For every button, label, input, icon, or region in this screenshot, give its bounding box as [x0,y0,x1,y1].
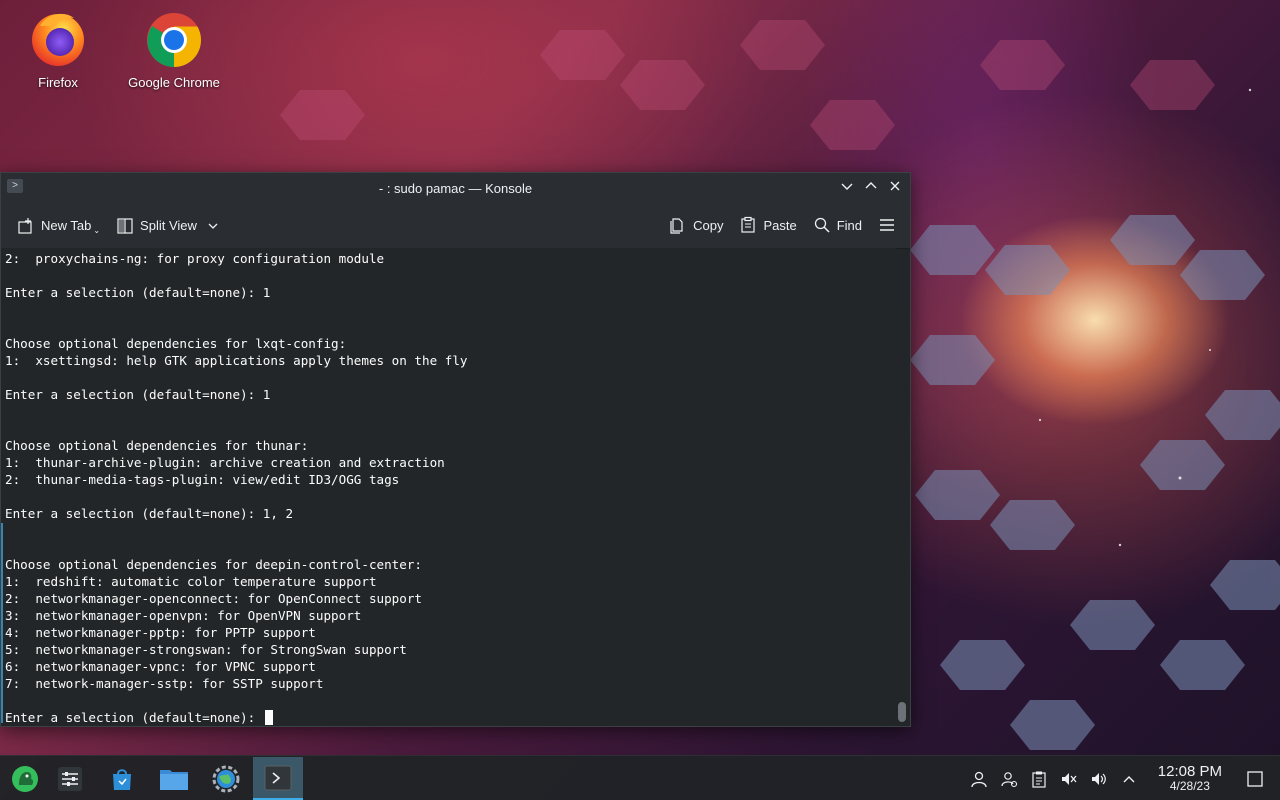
clock-time: 12:08 PM [1157,762,1222,780]
clock-date: 4/28/23 [1169,778,1210,793]
hamburger-menu-button[interactable] [870,210,904,240]
desktop-icon-firefox[interactable]: Firefox [3,0,113,90]
terminal-line: Enter a selection (default=none): 1 [5,387,271,402]
terminal-scrollbar[interactable] [896,250,908,724]
audio-muted-icon[interactable] [1058,768,1080,790]
terminal-line: 2: networkmanager-openconnect: for OpenC… [5,591,423,606]
shopping-bag-icon [113,768,131,790]
task-browser[interactable] [201,757,251,800]
chevron-down-icon: ⌄ [93,226,101,235]
terminal-line: 1: xsettingsd: help GTK applications app… [5,353,468,368]
split-view-button[interactable]: Split View [108,211,227,241]
manjaro-logo-icon [12,765,38,792]
task-file-manager[interactable] [149,757,199,800]
maximize-icon[interactable] [862,178,880,196]
new-tab-button[interactable]: New Tab ⌄ [9,211,108,241]
chevron-up-icon[interactable] [1118,768,1140,790]
show-desktop-icon[interactable] [1244,768,1266,790]
task-software-store[interactable] [97,757,147,800]
terminal-line: Choose optional dependencies for thunar: [5,438,309,453]
copy-icon [670,218,683,234]
terminal-line: 6: networkmanager-vpnc: for VPNC support [5,659,316,674]
split-view-icon [117,217,133,234]
terminal-line: 7: network-manager-sstp: for SSTP suppor… [5,676,324,691]
desktop-icon-label: Google Chrome [128,75,220,90]
split-view-label: Split View [140,218,197,233]
window-title: - : sudo pamac — Konsole [378,180,533,196]
digital-clock[interactable]: 12:08 PM 4/28/23 [1158,764,1222,794]
settings-sliders-icon [58,766,82,791]
copy-button[interactable]: Copy [661,210,731,240]
find-button[interactable]: Find [805,210,870,240]
paste-icon [741,216,756,233]
paste-label: Paste [763,217,797,233]
search-icon [814,217,830,233]
application-launcher[interactable] [0,757,50,800]
terminal-line: 4: networkmanager-pptp: for PPTP support [5,625,316,640]
hamburger-menu-icon [880,219,894,231]
user-icon[interactable] [968,768,990,790]
desktop-icon-google-chrome[interactable]: Google Chrome [119,0,229,90]
terminal-line: Choose optional dependencies for deepin-… [5,557,423,572]
paste-button[interactable]: Paste [731,210,804,240]
desktop-icon-label: Firefox [38,75,78,90]
copy-label: Copy [693,217,724,233]
window-controls [838,178,904,196]
terminal-prompt: Enter a selection (default=none): [5,710,263,725]
system-tray: 12:08 PM 4/28/23 [964,756,1280,800]
terminal-line: 1: thunar-archive-plugin: archive creati… [5,455,445,470]
find-label: Find [836,217,862,233]
new-tab-icon [18,217,32,234]
terminal-line: Choose optional dependencies for lxqt-co… [5,336,347,351]
terminal-prompt-line[interactable]: Enter a selection (default=none): [5,709,896,726]
close-icon[interactable] [886,178,904,196]
clipboard-icon[interactable] [1028,768,1050,790]
konsole-toolbar: New Tab ⌄ Split View Copy Paste Find [1,203,910,249]
terminal-line: 2: proxychains-ng: for proxy configurati… [5,251,385,266]
scrollbar-thumb[interactable] [898,702,906,722]
chrome-icon [147,13,202,68]
folder-icon [160,769,188,790]
firefox-icon [32,13,84,66]
konsole-window: > - : sudo pamac — Konsole New Tab ⌄ Spl… [0,172,911,727]
terminal-line: Enter a selection (default=none): 1, 2 [5,506,294,521]
terminal-line: 5: networkmanager-strongswan: for Strong… [5,642,407,657]
terminal-line: 2: thunar-media-tags-plugin: view/edit I… [5,472,400,487]
terminal-line: 3: networkmanager-openvpn: for OpenVPN s… [5,608,362,623]
minimize-icon[interactable] [838,178,856,196]
terminal-line: Enter a selection (default=none): 1 [5,285,271,300]
terminal-selection-marker [1,523,3,723]
terminal-output[interactable]: 2: proxychains-ng: for proxy configurati… [1,248,896,726]
globe-gear-icon [212,765,240,792]
volume-icon[interactable] [1088,768,1110,790]
task-konsole[interactable] [253,757,303,800]
window-menu-icon[interactable]: > [7,179,23,193]
task-system-settings-tool[interactable] [45,757,95,800]
chevron-down-icon [208,223,218,229]
user-switch-icon[interactable] [998,768,1020,790]
terminal-line: 1: redshift: automatic color temperature… [5,574,377,589]
taskbar: 12:08 PM 4/28/23 [0,755,1280,800]
terminal-cursor [264,710,273,725]
terminal-icon [264,765,292,790]
new-tab-label: New Tab [41,218,92,233]
window-titlebar[interactable]: > - : sudo pamac — Konsole [1,173,910,203]
